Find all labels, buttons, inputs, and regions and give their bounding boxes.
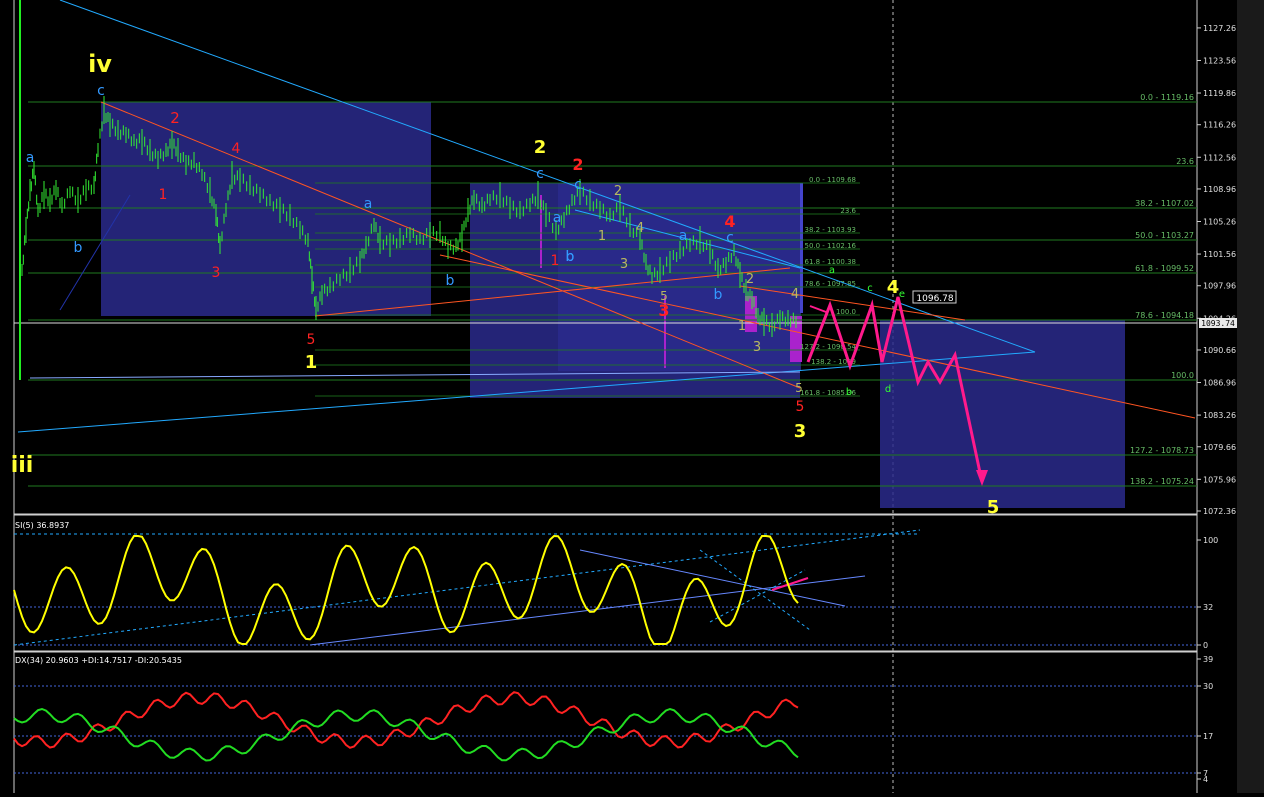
si-tick-label: 100	[1203, 536, 1218, 545]
current-price-label: 1093.74	[1201, 319, 1235, 328]
wave-label: 3	[620, 257, 628, 272]
fib-label-small: 38.2 - 1103.93	[804, 226, 856, 234]
analysis-box	[880, 320, 1125, 508]
price-tick-label: 1072.36	[1203, 507, 1236, 516]
price-tick-label: 1116.26	[1203, 121, 1236, 130]
dx-tick-label: 4	[1203, 775, 1208, 784]
wave-label: 4	[887, 277, 900, 298]
si-title: SI(5) 36.8937	[15, 521, 69, 530]
analysis-box	[558, 183, 801, 371]
wave-label: 5	[987, 497, 1000, 518]
price-tick-label: 1075.96	[1203, 475, 1236, 484]
fib-label-small: 100.0	[836, 308, 856, 316]
wave-label: b	[74, 240, 83, 256]
chart-canvas[interactable]: 0.0 - 1119.1623.638.2 - 1107.0250.0 - 11…	[0, 0, 1264, 793]
wave-label: a	[364, 196, 373, 212]
fib-label: 38.2 - 1107.02	[1135, 199, 1194, 208]
fib-label-small: 23.6	[840, 207, 856, 215]
wave-label: 3	[794, 421, 807, 442]
price-tick-label: 1079.66	[1203, 443, 1236, 452]
wave-label: 1	[551, 253, 560, 269]
wave-label: b	[846, 387, 852, 398]
wave-label: 5	[307, 332, 316, 348]
analysis-box	[101, 102, 431, 316]
fib-label: 100.0	[1171, 371, 1194, 380]
dx-tick-label: 17	[1203, 732, 1213, 741]
wave-label: 2	[746, 272, 754, 287]
wave-label: 3	[753, 340, 761, 355]
price-tick-label: 1112.56	[1203, 153, 1236, 162]
wave-label: 5	[795, 381, 803, 395]
wave-label: 4	[636, 221, 644, 236]
analysis-box-edge	[800, 183, 803, 313]
wave-label: b	[714, 287, 723, 303]
fib-label: 23.6	[1176, 157, 1194, 166]
price-tick-label: 1105.26	[1203, 218, 1236, 227]
wave-label: 1	[159, 187, 168, 203]
fib-label: 0.0 - 1119.16	[1140, 93, 1194, 102]
wave-label: 1	[305, 352, 318, 373]
wave-label: c	[536, 166, 544, 182]
wave-label: iii	[11, 453, 34, 478]
wave-label: 1	[598, 229, 606, 244]
current-price-tag: 1093.74	[1199, 318, 1237, 328]
wave-label: 3	[212, 265, 221, 281]
chart-window: 0.0 - 1119.16 23.6 38.2 - 1107.02 50.0 - 11…	[0, 0, 1264, 793]
wave-label: 4	[724, 212, 735, 231]
fib-label-small: 127.2 - 1090.54	[800, 343, 857, 351]
wave-label: iv	[88, 50, 112, 78]
target-price-tag: 1096.78	[912, 290, 957, 304]
wave-label: d	[885, 384, 891, 395]
wave-label: b	[566, 249, 575, 265]
fib-label: 138.2 - 1075.24	[1130, 477, 1194, 486]
fib-label-small: 50.0 - 1102.16	[804, 242, 856, 250]
wave-label: a	[829, 265, 835, 276]
wave-label: 5	[796, 399, 805, 415]
price-tick-label: 1090.66	[1203, 346, 1236, 355]
window-edge	[1237, 0, 1264, 793]
wave-label: 2	[170, 109, 180, 127]
highlight-bar	[745, 296, 757, 332]
si-tick-label: 0	[1203, 641, 1208, 650]
target-price-label: 1096.78	[916, 294, 953, 304]
price-tick-label: 1108.96	[1203, 185, 1236, 194]
wave-label: 2	[534, 137, 547, 158]
price-tick-label: 1097.96	[1203, 282, 1236, 291]
fib-label: 61.8 - 1099.52	[1135, 264, 1194, 273]
price-tick-label: 1086.96	[1203, 379, 1236, 388]
price-tick-label: 1119.86	[1203, 89, 1236, 98]
wave-label: c	[97, 83, 105, 99]
price-tick-label: 1123.56	[1203, 56, 1236, 65]
price-tick-label: 1127.26	[1203, 24, 1236, 33]
fib-label: 78.6 - 1094.18	[1135, 311, 1194, 320]
wave-label: c	[574, 177, 582, 193]
wave-label: e	[899, 289, 905, 300]
wave-label: 1	[738, 319, 746, 334]
fib-label-small: 0.0 - 1109.68	[809, 176, 856, 184]
price-tick-label: 1101.56	[1203, 250, 1236, 259]
wave-label: c	[867, 283, 873, 294]
wave-label: c	[726, 230, 734, 246]
wave-label: 3	[658, 301, 669, 320]
wave-label: b	[446, 273, 455, 289]
dx-tick-label: 30	[1203, 682, 1213, 691]
fib-label-small: 78.6 - 1097.85	[804, 280, 856, 288]
wave-label: 2	[572, 155, 583, 174]
wave-label: 4	[232, 141, 241, 157]
fib-label: 127.2 - 1078.73	[1130, 446, 1194, 455]
dx-tick-label: 39	[1203, 655, 1213, 664]
wave-label: a	[26, 150, 35, 166]
wave-label: a	[679, 228, 688, 244]
dx-title: DX(34) 20.9603 +DI:14.7517 -DI:20.5435	[15, 656, 182, 665]
wave-label: 2	[614, 184, 622, 199]
wave-label: 4	[791, 287, 799, 302]
fib-label: 50.0 - 1103.27	[1135, 231, 1194, 240]
si-tick-label: 32	[1203, 603, 1213, 612]
price-tick-label: 1083.26	[1203, 411, 1236, 420]
wave-label: a	[553, 210, 562, 226]
